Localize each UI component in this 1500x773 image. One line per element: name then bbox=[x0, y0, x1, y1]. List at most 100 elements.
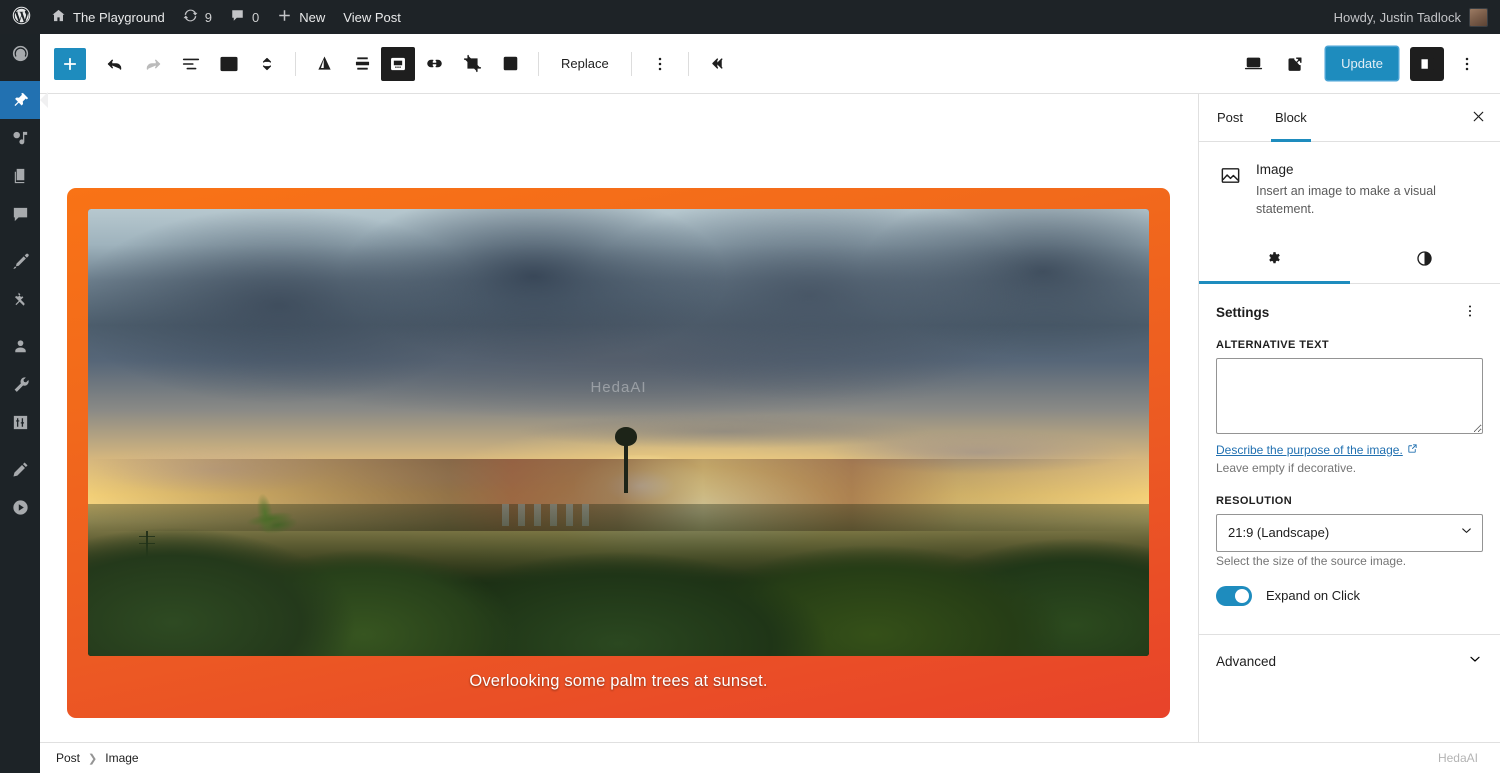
sidebar-item-settings[interactable] bbox=[0, 403, 40, 441]
vertical-align-button[interactable] bbox=[343, 45, 381, 83]
sidebar-item-pages[interactable] bbox=[0, 157, 40, 195]
toolbar-divider-2 bbox=[538, 51, 539, 76]
alt-text-help-text: Leave empty if decorative. bbox=[1216, 460, 1357, 475]
chevron-down-icon bbox=[1467, 651, 1483, 672]
tab-styles[interactable] bbox=[1350, 237, 1500, 283]
view-post-label: View Post bbox=[343, 9, 401, 25]
wordpress-logo-icon bbox=[11, 5, 32, 29]
palm-tree bbox=[232, 483, 307, 554]
redo-button[interactable] bbox=[134, 45, 172, 83]
sidebar-item-posts[interactable] bbox=[0, 81, 48, 119]
editor-toolbar: A Replace Update bbox=[40, 34, 1500, 94]
settings-sidebar: Post Block Image Insert an image to make… bbox=[1198, 94, 1500, 742]
sidebar-item-media[interactable] bbox=[0, 119, 40, 157]
image-media[interactable]: HedaAI bbox=[88, 209, 1149, 656]
updates-icon bbox=[183, 8, 198, 26]
toolbar-divider bbox=[295, 51, 296, 76]
breadcrumb-item-post[interactable]: Post bbox=[56, 751, 80, 765]
toolbar-right-group: Update bbox=[1234, 45, 1486, 83]
image-caption[interactable]: Overlooking some palm trees at sunset. bbox=[88, 656, 1149, 710]
alt-text-label: Alternative text bbox=[1216, 338, 1329, 351]
image-frame-border: HedaAI Overlooking some palm trees at su… bbox=[67, 188, 1170, 718]
sidebar-item-comments[interactable] bbox=[0, 195, 40, 233]
close-x-icon bbox=[1470, 108, 1487, 128]
move-block-button[interactable] bbox=[248, 45, 286, 83]
comments-count: 0 bbox=[252, 9, 260, 25]
comments-menu[interactable]: 0 bbox=[221, 0, 268, 34]
editor-options-button[interactable] bbox=[1448, 45, 1486, 83]
sidebar-item-editor[interactable] bbox=[0, 450, 40, 488]
sidebar-item-player[interactable] bbox=[0, 488, 40, 526]
comment-bubble-icon bbox=[230, 8, 245, 26]
sidebar-subtabs bbox=[1199, 237, 1500, 284]
close-sidebar-button[interactable] bbox=[1456, 94, 1500, 141]
sidebar-item-dashboard[interactable] bbox=[0, 34, 40, 72]
plugins-icon bbox=[11, 290, 30, 309]
pin-icon bbox=[11, 91, 30, 110]
editor-canvas[interactable]: HedaAI Overlooking some palm trees at su… bbox=[40, 94, 1198, 742]
advanced-panel-header[interactable]: Advanced bbox=[1199, 633, 1500, 688]
tab-post[interactable]: Post bbox=[1201, 94, 1259, 141]
plus-icon bbox=[277, 8, 292, 26]
undo-button[interactable] bbox=[96, 45, 134, 83]
sidebar-item-plugins[interactable] bbox=[0, 280, 40, 318]
crop-button[interactable] bbox=[453, 45, 491, 83]
user-icon bbox=[11, 337, 30, 356]
page-watermark: HedaAI bbox=[1437, 751, 1478, 765]
toolbar-divider-3 bbox=[630, 51, 632, 76]
view-post-link[interactable]: View Post bbox=[334, 0, 410, 34]
resolution-select[interactable]: 21:9 (Landscape) bbox=[1216, 513, 1483, 552]
view-post-button[interactable] bbox=[1276, 45, 1314, 83]
site-name-menu[interactable]: The Playground bbox=[42, 0, 174, 34]
resolution-select-wrap: 21:9 (Landscape) bbox=[1216, 513, 1483, 552]
block-options-button[interactable] bbox=[641, 45, 679, 83]
update-button[interactable]: Update bbox=[1326, 47, 1398, 80]
link-button[interactable] bbox=[415, 45, 453, 83]
block-editor: A Replace Update HedaAI Overlooking some… bbox=[40, 34, 1500, 773]
contrast-half-circle-icon bbox=[1415, 249, 1434, 271]
sidebar-item-appearance[interactable] bbox=[0, 242, 40, 280]
tab-settings[interactable] bbox=[1199, 237, 1350, 284]
alt-text-input[interactable] bbox=[1216, 357, 1483, 434]
align-button[interactable] bbox=[305, 45, 343, 83]
preview-device-button[interactable] bbox=[1234, 45, 1272, 83]
sidebar-item-users[interactable] bbox=[0, 327, 40, 365]
wordpress-logo-menu[interactable] bbox=[0, 0, 42, 34]
settings-title: Settings bbox=[1216, 304, 1270, 320]
new-content-menu[interactable]: New bbox=[268, 0, 334, 34]
block-type-button[interactable] bbox=[210, 45, 248, 83]
chevron-right-icon: ❯ bbox=[88, 752, 98, 765]
home-icon bbox=[51, 8, 66, 26]
settings-header: Settings bbox=[1216, 300, 1483, 325]
block-card-description: Insert an image to make a visual stateme… bbox=[1256, 184, 1436, 216]
block-inserter-button[interactable] bbox=[54, 47, 86, 80]
alt-text-help-link[interactable]: Describe the purpose of the image. bbox=[1216, 443, 1418, 457]
howdy-label: Howdy, Justin Tadlock bbox=[1333, 9, 1461, 25]
tab-block[interactable]: Block bbox=[1259, 94, 1323, 142]
external-link-icon bbox=[1407, 443, 1418, 457]
settings-sidebar-toggle-button[interactable] bbox=[1410, 46, 1444, 81]
image-block[interactable]: HedaAI Overlooking some palm trees at su… bbox=[67, 188, 1170, 718]
avatar bbox=[1469, 7, 1488, 27]
dashboard-icon bbox=[11, 44, 30, 63]
toolbar-divider-4 bbox=[687, 51, 689, 76]
expand-on-click-toggle[interactable] bbox=[1216, 585, 1252, 606]
breadcrumb-item-image[interactable]: Image bbox=[105, 751, 138, 765]
image-watermark: HedaAI bbox=[590, 378, 647, 396]
add-text-over-image-button[interactable]: A bbox=[491, 45, 529, 83]
wrench-icon bbox=[11, 375, 30, 394]
collapse-toolbar-button[interactable] bbox=[698, 45, 736, 83]
caption-position-button[interactable] bbox=[381, 46, 415, 81]
settings-panel: Settings Alternative text Describe the p… bbox=[1199, 284, 1500, 632]
gear-icon bbox=[1265, 249, 1284, 271]
sidebar-item-tools[interactable] bbox=[0, 365, 40, 403]
resolution-label: Resolution bbox=[1216, 494, 1293, 507]
revisions-menu[interactable]: 9 bbox=[174, 0, 221, 34]
admin-bar: The Playground 9 0 New View Post Howdy, … bbox=[0, 0, 1500, 34]
list-view-button[interactable] bbox=[172, 45, 210, 83]
comment-icon bbox=[11, 205, 30, 224]
account-menu[interactable]: Howdy, Justin Tadlock bbox=[1333, 7, 1500, 27]
replace-button[interactable]: Replace bbox=[548, 47, 622, 81]
settings-options-button[interactable] bbox=[1457, 300, 1483, 325]
pencil-icon bbox=[11, 460, 30, 479]
